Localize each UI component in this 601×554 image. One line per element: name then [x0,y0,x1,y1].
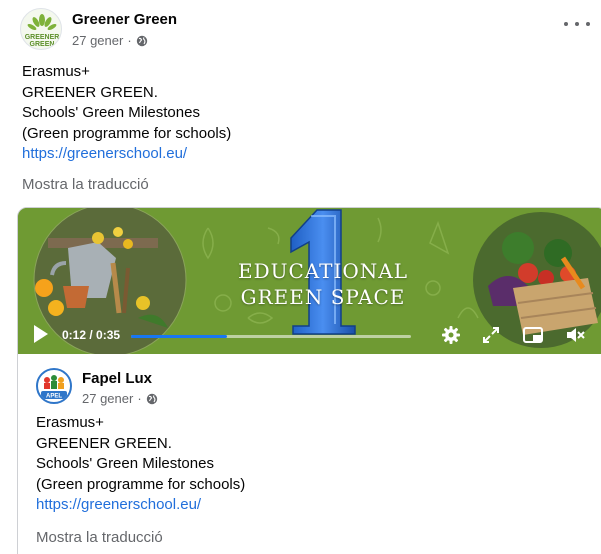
muted-speaker-icon[interactable] [564,324,586,346]
meta-separator: · [137,391,142,406]
post-date-link[interactable]: 27 gener [72,33,123,48]
shared-author-avatar[interactable]: APEL [36,368,72,404]
see-translation-button[interactable]: Mostra la traducció [22,176,149,193]
family-logo-icon: APEL [41,375,67,400]
svg-text:APEL: APEL [46,394,62,400]
shared-author-name-link[interactable]: Fapel Lux [82,370,152,387]
post-line: Erasmus+ [36,414,104,431]
post-header: GREENER GREEN Greener Green 27 gener · [20,8,590,54]
page-name-link[interactable]: Greener Green [72,11,177,28]
post-line: Erasmus+ [22,63,90,80]
shared-post-link[interactable]: https://greenerschool.eu/ [36,495,245,516]
video-progress-fill [131,335,228,338]
leaf-logo-icon: GREENER GREEN [25,14,60,48]
video-progress-bar[interactable] [131,335,411,338]
post-link[interactable]: https://greenerschool.eu/ [22,144,231,165]
see-translation-button[interactable]: Mostra la traducció [36,529,163,546]
post-line: (Green programme for schools) [22,124,232,142]
video-title-line: GREEN SPACE [240,285,406,309]
video-controls: 0:12 / 0:35 [18,316,601,354]
fullscreen-icon[interactable] [480,324,502,346]
svg-text:GREENER: GREENER [25,34,60,41]
shared-post-meta: 27 gener · [82,391,158,406]
picture-in-picture-icon[interactable] [522,324,544,346]
post-line: GREENER GREEN. [22,83,158,101]
svg-text:GREEN: GREEN [30,41,55,48]
post-line: (Green programme for schools) [36,475,246,493]
play-icon[interactable] [32,324,50,344]
video-title-line: EDUCATIONAL [237,259,408,283]
gear-icon[interactable] [440,324,462,346]
shared-post-message: Erasmus+ GREENER GREEN. Schools' Green M… [36,413,245,516]
page-avatar[interactable]: GREENER GREEN [20,8,62,50]
video-time: 0:12 / 0:35 [62,328,121,342]
globe-icon[interactable] [146,393,158,405]
more-options-icon[interactable] [564,16,590,32]
post-message: Erasmus+ GREENER GREEN. Schools' Green M… [22,62,231,165]
video-title: EDUCATIONAL GREEN SPACE [218,258,428,310]
post-line: Schools' Green Milestones [36,455,214,472]
video-player[interactable]: EDUCATIONAL GREEN SPACE 0:12 / 0:35 [18,208,601,354]
meta-separator: · [127,33,132,48]
shared-post-date-link[interactable]: 27 gener [82,391,133,406]
shared-post-card: EDUCATIONAL GREEN SPACE 0:12 / 0:35 APEL… [17,207,601,554]
post-line: Schools' Green Milestones [22,104,200,121]
post-line: GREENER GREEN. [36,434,172,452]
post-meta: 27 gener · [72,33,148,48]
shared-post-body: APEL Fapel Lux 27 gener · Erasmus+ GREEN… [18,354,601,554]
globe-icon[interactable] [136,35,148,47]
